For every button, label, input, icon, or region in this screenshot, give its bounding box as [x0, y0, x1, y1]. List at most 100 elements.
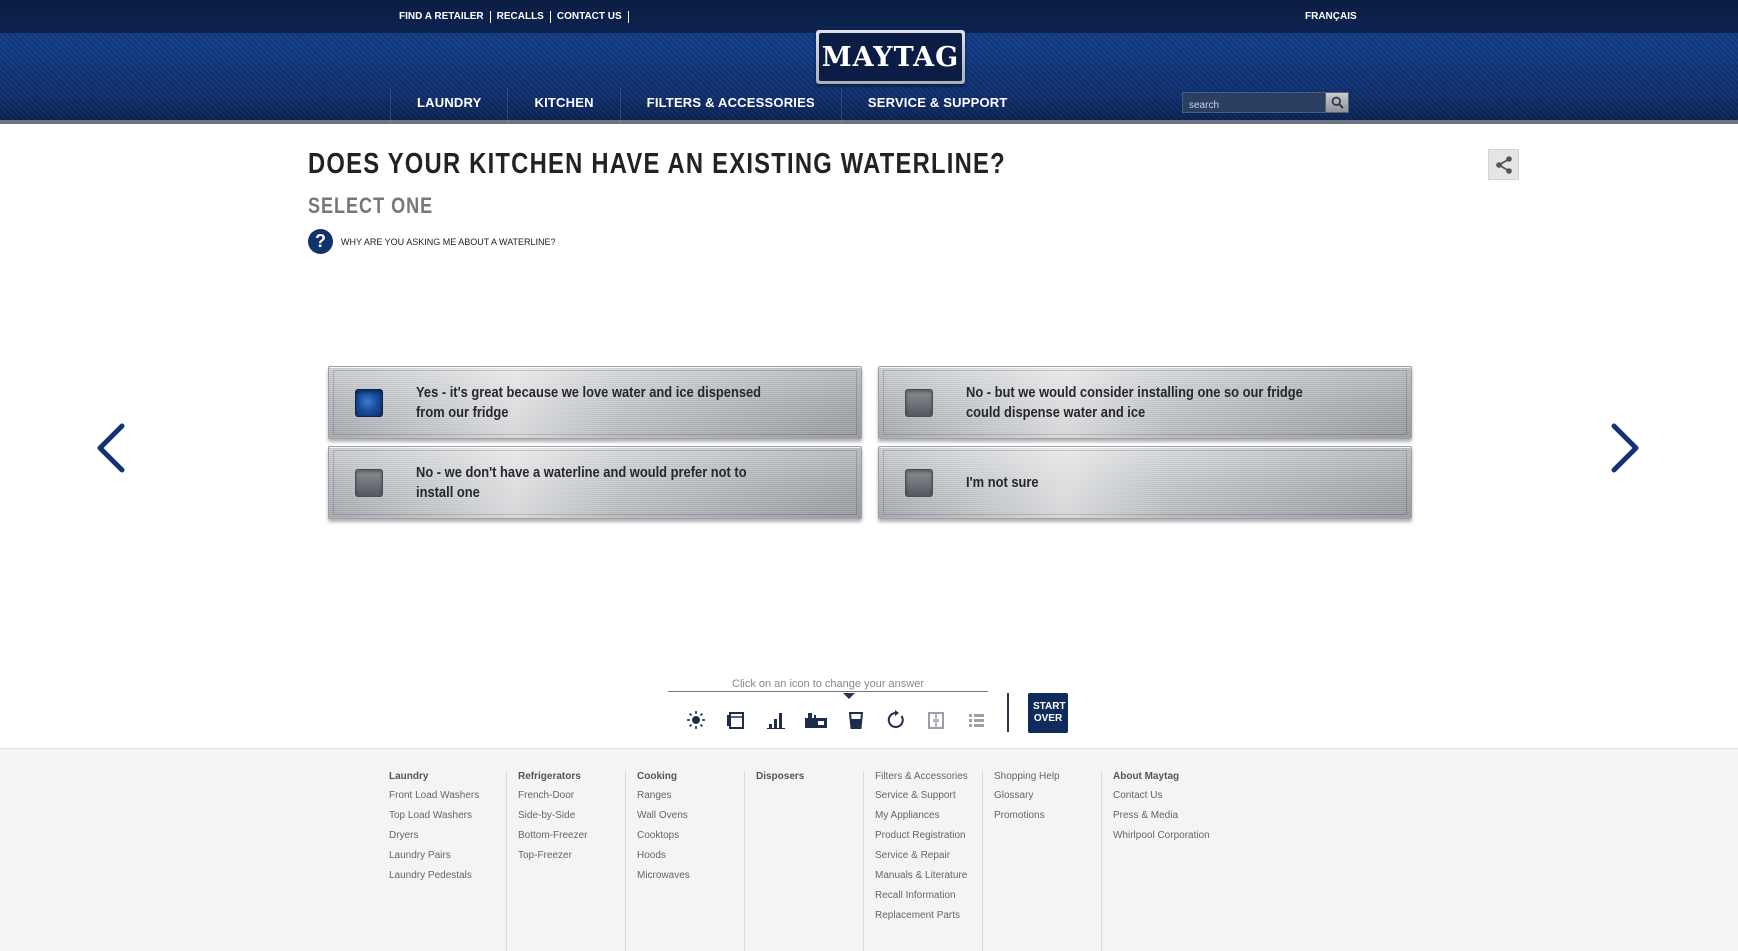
footer-column-filters: Filters & Accessories Service & Support My…	[875, 771, 983, 951]
progress-icons	[676, 706, 996, 734]
footer-link[interactable]: Front Load Washers	[389, 790, 506, 802]
site-header: FIND A RETAILER RECALLS CONTACT US FRANÇ…	[0, 0, 1738, 124]
share-button[interactable]	[1488, 149, 1519, 180]
step-kitchen[interactable]	[796, 706, 836, 734]
footer-link[interactable]: Service & Repair	[875, 850, 982, 862]
refresh-icon	[887, 710, 904, 728]
option-no-prefer-not[interactable]: No - we don't have a waterline and would…	[328, 446, 862, 519]
help-link[interactable]: ? WHY ARE YOU ASKING ME ABOUT A WATERLIN…	[308, 229, 556, 254]
footer-link[interactable]: Recall Information	[875, 890, 982, 902]
option-label: No - we don't have a waterline and would…	[416, 463, 747, 501]
option-checkbox[interactable]	[905, 469, 933, 497]
footer-link[interactable]: Laundry Pairs	[389, 850, 506, 862]
fridge-icon	[727, 712, 744, 729]
step-door[interactable]	[916, 706, 956, 734]
main-nav: LAUNDRY KITCHEN FILTERS & ACCESSORIES SE…	[390, 88, 1034, 124]
progress-hint: Click on an icon to change your answer	[732, 678, 924, 690]
footer-link[interactable]: Ranges	[637, 790, 744, 802]
footer-heading[interactable]: Refrigerators	[518, 771, 625, 782]
option-label: Yes - it's great because we love water a…	[416, 383, 762, 421]
footer-link[interactable]: Top-Freezer	[518, 850, 625, 862]
language-link[interactable]: FRANÇAIS	[1305, 11, 1357, 22]
chevron-right-icon	[1611, 423, 1639, 473]
footer-column-cooking: Cooking Ranges Wall Ovens Cooktops Hoods Micr…	[637, 771, 745, 951]
list-icon	[969, 714, 984, 727]
footer-link[interactable]: Hoods	[637, 850, 744, 862]
option-not-sure[interactable]: I'm not sure	[878, 446, 1412, 519]
step-results[interactable]	[956, 706, 996, 734]
start-over-label: START OVER	[1033, 701, 1066, 724]
chevron-left-icon	[97, 423, 125, 473]
footer-link[interactable]: Bottom-Freezer	[518, 830, 625, 842]
step-sun[interactable]	[676, 706, 716, 734]
nav-service-support[interactable]: SERVICE & SUPPORT	[840, 88, 1034, 124]
start-over-button[interactable]: START OVER	[1028, 693, 1068, 733]
footer-column-disposers: Disposers	[756, 771, 864, 951]
option-no-consider[interactable]: No - but we would consider installing on…	[878, 366, 1412, 439]
search-input[interactable]	[1183, 93, 1323, 112]
previous-arrow[interactable]	[90, 420, 130, 476]
footer-column-laundry: Laundry Front Load Washers Top Load Washer…	[389, 771, 507, 951]
step-waterline[interactable]	[836, 706, 876, 734]
option-label: No - but we would consider installing on…	[966, 383, 1303, 421]
footer-link[interactable]: Cooktops	[637, 830, 744, 842]
step-refresh[interactable]	[876, 706, 916, 734]
sun-icon	[687, 711, 705, 729]
footer-link[interactable]: Manuals & Literature	[875, 870, 982, 882]
nav-kitchen[interactable]: KITCHEN	[507, 88, 619, 124]
footer-link[interactable]: Press & Media	[1113, 810, 1243, 822]
nav-laundry[interactable]: LAUNDRY	[390, 88, 507, 124]
contact-us-link[interactable]: CONTACT US	[551, 11, 629, 23]
maytag-logo[interactable]: MAYTAG	[816, 30, 965, 84]
option-checkbox[interactable]	[355, 469, 383, 497]
nav-filters-accessories[interactable]: FILTERS & ACCESSORIES	[619, 88, 841, 124]
footer-link[interactable]: Replacement Parts	[875, 910, 982, 922]
footer-link[interactable]: Contact Us	[1113, 790, 1243, 802]
footer-link[interactable]: Glossary	[994, 790, 1101, 802]
option-yes[interactable]: Yes - it's great because we love water a…	[328, 366, 862, 439]
utility-bar	[0, 0, 1738, 33]
footer-heading[interactable]: Laundry	[389, 771, 506, 782]
footer-link[interactable]: Promotions	[994, 810, 1101, 822]
footer-link[interactable]: Laundry Pedestals	[389, 870, 506, 882]
search-icon	[1331, 96, 1344, 109]
help-text: WHY ARE YOU ASKING ME ABOUT A WATERLINE?	[341, 236, 556, 247]
footer-heading[interactable]: Cooking	[637, 771, 744, 782]
footer-link[interactable]: Service & Support	[875, 790, 982, 802]
kitchen-icon	[805, 713, 827, 728]
footer-link[interactable]: My Appliances	[875, 810, 982, 822]
next-arrow[interactable]	[1606, 420, 1646, 476]
question-subtitle: SELECT ONE	[308, 193, 434, 218]
footer-link[interactable]: Side-by-Side	[518, 810, 625, 822]
find-retailer-link[interactable]: FIND A RETAILER	[399, 11, 491, 23]
share-icon	[1495, 155, 1512, 174]
footer-link[interactable]: Product Registration	[875, 830, 982, 842]
question-mark-icon: ?	[308, 229, 333, 254]
footer-heading[interactable]: Filters & Accessories	[875, 771, 982, 782]
footer-heading[interactable]: About Maytag	[1113, 771, 1243, 782]
step-fridge[interactable]	[716, 706, 756, 734]
logo-text: MAYTAG	[819, 33, 962, 81]
footer-link[interactable]: French-Door	[518, 790, 625, 802]
footer-link[interactable]: Microwaves	[637, 870, 744, 882]
step-size[interactable]	[756, 706, 796, 734]
door-icon	[928, 712, 944, 729]
footer-heading[interactable]: Disposers	[756, 771, 863, 782]
footer-link[interactable]: Dryers	[389, 830, 506, 842]
search-box	[1182, 92, 1349, 113]
footer-heading[interactable]: Shopping Help	[994, 771, 1101, 782]
footer-link[interactable]: Whirlpool Corporation	[1113, 830, 1243, 842]
footer-column-refrigerators: Refrigerators French-Door Side-by-Side Bott…	[518, 771, 626, 951]
water-glass-icon	[848, 712, 864, 729]
footer-column-shopping: Shopping Help Glossary Promotions	[994, 771, 1102, 951]
bar-chart-icon	[767, 713, 785, 729]
search-button[interactable]	[1325, 92, 1349, 113]
recalls-link[interactable]: RECALLS	[491, 11, 551, 23]
site-footer: Laundry Front Load Washers Top Load Washer…	[0, 748, 1738, 951]
footer-link[interactable]: Wall Ovens	[637, 810, 744, 822]
footer-column-about: About Maytag Contact Us Press & Media Whirl…	[1113, 771, 1243, 951]
footer-link[interactable]: Top Load Washers	[389, 810, 506, 822]
option-checkbox[interactable]	[355, 389, 383, 417]
option-label: I'm not sure	[966, 473, 1039, 491]
option-checkbox[interactable]	[905, 389, 933, 417]
